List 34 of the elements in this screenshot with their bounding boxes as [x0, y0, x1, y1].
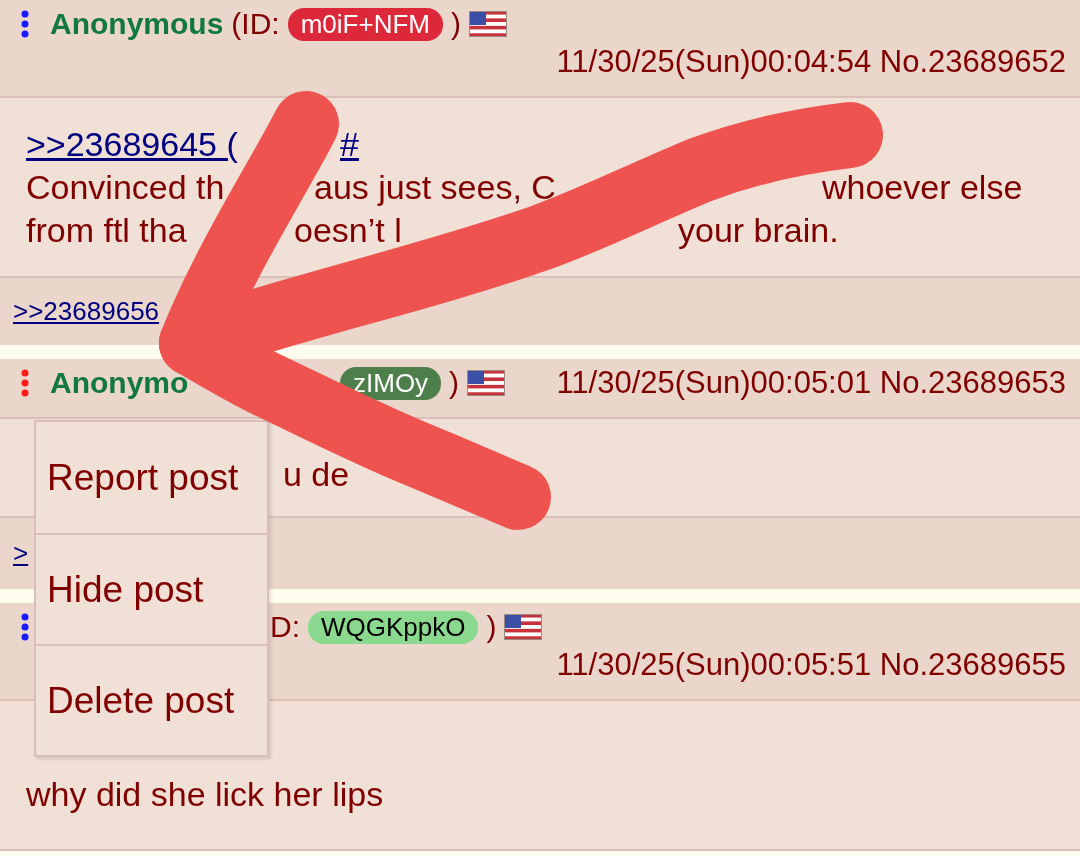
header-text: ) — [486, 610, 497, 644]
header-text: ) — [450, 7, 461, 41]
quote-link[interactable]: >>23689645 ( — [26, 125, 238, 164]
header-text: ) — [449, 366, 460, 400]
reply-link[interactable]: > — [13, 538, 29, 569]
post-text: oesn’t l — [294, 211, 402, 250]
poster-id-badge: WQGKppkO — [308, 610, 479, 644]
flag-icon — [467, 370, 506, 396]
post-text: why did she lick her lips — [26, 775, 384, 814]
poster-name: Anonymous — [50, 7, 224, 41]
post-text: your brain. — [678, 211, 839, 250]
menu-item[interactable]: Report post — [36, 422, 267, 533]
menu-item[interactable]: Hide post — [36, 533, 267, 644]
post-text: aus just sees, C — [314, 168, 556, 207]
poster-id-badge: m0iF+NFM — [287, 7, 443, 41]
post-date: 11/30/25(Sun)00:05:51 No.23689655 — [556, 646, 1066, 684]
post-text: Convinced th — [26, 168, 225, 207]
menu-dots-icon[interactable] — [21, 613, 29, 641]
menu-dots-icon[interactable] — [21, 10, 29, 38]
quote-link[interactable]: # — [340, 125, 359, 164]
post-text: whoever else — [822, 168, 1023, 207]
header-text: (ID: — [231, 7, 280, 41]
poster-name: Anonymo — [50, 366, 189, 400]
flag-icon — [504, 614, 543, 640]
poster-id-badge: zIMOy — [340, 366, 442, 400]
menu-item[interactable]: Delete post — [36, 644, 267, 755]
flag-icon — [468, 11, 507, 37]
post-date: 11/30/25(Sun)00:05:01 No.23689653 — [556, 364, 1066, 402]
post-text: u de — [283, 455, 350, 494]
reply-link[interactable]: >>23689656 — [13, 296, 160, 327]
post-date: 11/30/25(Sun)00:04:54 No.23689652 — [556, 43, 1066, 81]
header-text: D: — [270, 610, 300, 644]
post-text: from ftl tha — [26, 211, 187, 250]
menu-dots-icon[interactable] — [21, 369, 29, 397]
